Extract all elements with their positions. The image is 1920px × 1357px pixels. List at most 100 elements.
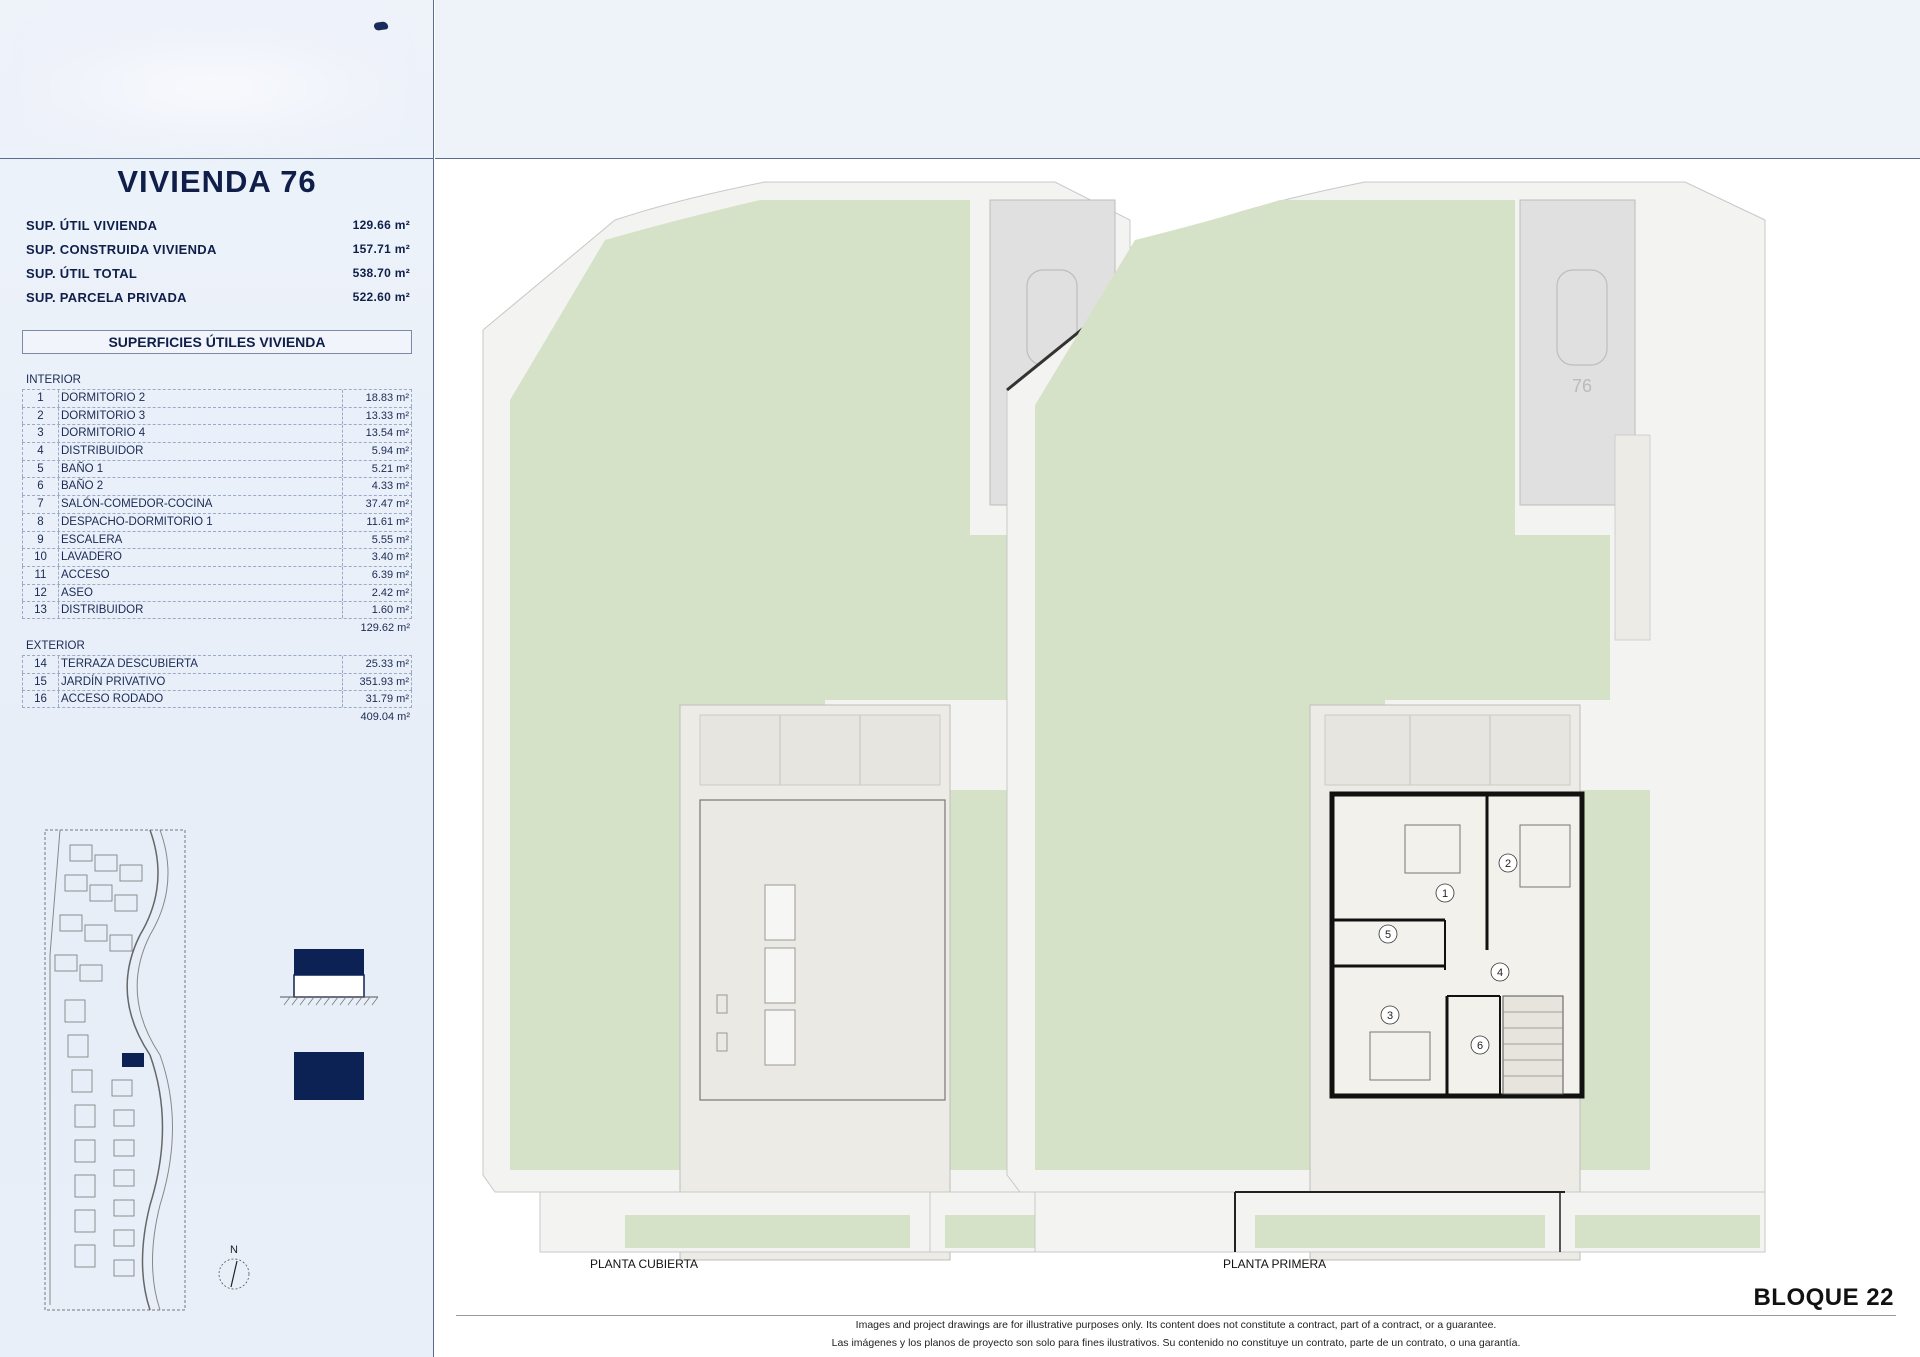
elevation-legend-icon [280, 949, 378, 1006]
table-row: 12 ASEO 2.42 m² [22, 583, 412, 602]
row-number: 2 [23, 407, 59, 425]
row-value: 5.21 m² [371, 462, 409, 475]
room-number: 2 [1505, 858, 1511, 870]
table-row: 6 BAÑO 2 4.33 m² [22, 477, 412, 496]
row-number: 1 [23, 390, 59, 407]
room-number: 5 [1385, 929, 1391, 941]
row-name: ESCALERA [61, 531, 343, 549]
room-number: 1 [1442, 888, 1448, 900]
exterior-total: 409.04 m² [360, 711, 410, 723]
plan-legend-block [294, 1052, 364, 1100]
disclaimer-en: Images and project drawings are for illu… [855, 1319, 1497, 1331]
row-number: 9 [23, 531, 59, 549]
logo-area [0, 0, 434, 159]
table-row: 13 DISTRIBUIDOR 1.60 m² [22, 601, 412, 619]
plan-label-primera: PLANTA PRIMERA [1223, 1257, 1326, 1271]
row-name: SALÓN-COMEDOR-COCINA [61, 496, 343, 513]
row-name: TERRAZA DESCUBIERTA [61, 656, 343, 673]
summary-row: SUP. PARCELA PRIVADA 522.60 m² [26, 290, 410, 310]
row-name: DISTRIBUIDOR [61, 443, 343, 460]
row-value: 6.39 m² [371, 568, 409, 581]
table-row: 10 LAVADERO 3.40 m² [22, 548, 412, 566]
row-name: DORMITORIO 4 [61, 425, 343, 443]
row-name: DESPACHO-DORMITORIO 1 [61, 513, 343, 531]
row-value: 2.42 m² [371, 586, 409, 599]
row-name: ACCESO [61, 566, 343, 584]
table-row: 9 ESCALERA 5.55 m² [22, 530, 412, 549]
row-number: 8 [23, 513, 59, 531]
row-number: 12 [23, 584, 59, 602]
floor-plans: 76 PLANTA CUBIERTA 76 [482, 181, 1766, 1271]
bloque-label: BLOQUE 22 [1753, 1284, 1894, 1311]
row-value: 37.47 m² [365, 498, 409, 511]
table-row: 15 JARDÍN PRIVATIVO 351.93 m² [22, 672, 412, 691]
row-number: 11 [23, 566, 59, 584]
plan-primera: 76 1 2 3 4 5 6 [1006, 181, 1766, 1261]
table-row: 7 SALÓN-COMEDOR-COCINA 37.47 m² [22, 495, 412, 513]
north-arrow-icon: N [218, 1244, 250, 1290]
top-band [435, 0, 1920, 159]
row-name: LAVADERO [61, 549, 343, 566]
plan-label-cubierta: PLANTA CUBIERTA [590, 1257, 698, 1271]
row-number: 13 [23, 602, 59, 618]
row-number: 3 [23, 425, 59, 443]
disclaimer-es: Las imágenes y los planos de proyecto so… [831, 1337, 1521, 1349]
row-number: 15 [23, 673, 59, 691]
summary-label: SUP. ÚTIL TOTAL [26, 266, 138, 281]
row-number: 7 [23, 496, 59, 513]
summary-row: SUP. ÚTIL VIVIENDA 129.66 m² [26, 218, 410, 238]
summary-value: 522.60 m² [352, 290, 410, 304]
row-name: ACCESO RODADO [61, 691, 343, 708]
row-value: 13.54 m² [365, 427, 409, 440]
row-name: BAÑO 1 [61, 460, 343, 478]
summary-label: SUP. ÚTIL VIVIENDA [26, 218, 158, 233]
table-row: 8 DESPACHO-DORMITORIO 1 11.61 m² [22, 512, 412, 531]
row-value: 1.60 m² [371, 604, 409, 617]
row-number: 5 [23, 460, 59, 478]
page-title: VIVIENDA 76 [117, 164, 317, 199]
interior-table: 1 DORMITORIO 2 18.83 m² 2 DORMITORIO 3 13.33 … [22, 389, 412, 619]
room-number: 6 [1477, 1040, 1483, 1052]
row-name: BAÑO 2 [61, 478, 343, 496]
row-name: DORMITORIO 3 [61, 407, 343, 425]
footer-divider [456, 1315, 1896, 1316]
table-row: 4 DISTRIBUIDOR 5.94 m² [22, 442, 412, 460]
blurred-logo [24, 22, 404, 152]
row-number: 16 [23, 691, 59, 708]
table-row: 3 DORMITORIO 4 13.54 m² [22, 424, 412, 443]
summary-label: SUP. PARCELA PRIVADA [26, 290, 187, 305]
room-number: 3 [1387, 1010, 1393, 1022]
row-value: 11.61 m² [366, 515, 409, 528]
row-value: 25.33 m² [365, 658, 409, 670]
row-name: JARDÍN PRIVATIVO [61, 673, 343, 691]
parking-number: 76 [1572, 376, 1592, 396]
summary-label: SUP. CONSTRUIDA VIVIENDA [26, 242, 217, 257]
row-value: 13.33 m² [365, 409, 409, 422]
surfaces-heading: SUPERFICIES ÚTILES VIVIENDA [22, 330, 412, 354]
row-value: 3.40 m² [371, 551, 409, 564]
row-number: 14 [23, 656, 59, 673]
summary-row: SUP. CONSTRUIDA VIVIENDA 157.71 m² [26, 242, 410, 262]
row-name: DORMITORIO 2 [61, 390, 343, 407]
summary-value: 157.71 m² [352, 242, 410, 256]
row-value: 4.33 m² [371, 480, 409, 493]
row-value: 5.55 m² [371, 533, 409, 546]
interior-total: 129.62 m² [360, 622, 410, 634]
exterior-label: EXTERIOR [26, 640, 85, 652]
row-name: ASEO [61, 584, 343, 602]
summary-value: 129.66 m² [352, 218, 410, 232]
room-number: 4 [1497, 967, 1503, 979]
row-value: 351.93 m² [359, 675, 409, 688]
north-label: N [230, 1244, 238, 1256]
summary-value: 538.70 m² [352, 266, 410, 280]
table-row: 16 ACCESO RODADO 31.79 m² [22, 690, 412, 709]
table-row: 2 DORMITORIO 3 13.33 m² [22, 406, 412, 425]
row-value: 31.79 m² [365, 693, 409, 706]
row-value: 5.94 m² [371, 445, 409, 458]
row-value: 18.83 m² [365, 392, 409, 404]
row-name: DISTRIBUIDOR [61, 602, 343, 618]
table-row: 14 TERRAZA DESCUBIERTA 25.33 m² [22, 655, 412, 673]
row-number: 10 [23, 549, 59, 566]
summary-row: SUP. ÚTIL TOTAL 538.70 m² [26, 266, 410, 286]
exterior-table: 14 TERRAZA DESCUBIERTA 25.33 m² 15 JARDÍN PR… [22, 655, 412, 709]
